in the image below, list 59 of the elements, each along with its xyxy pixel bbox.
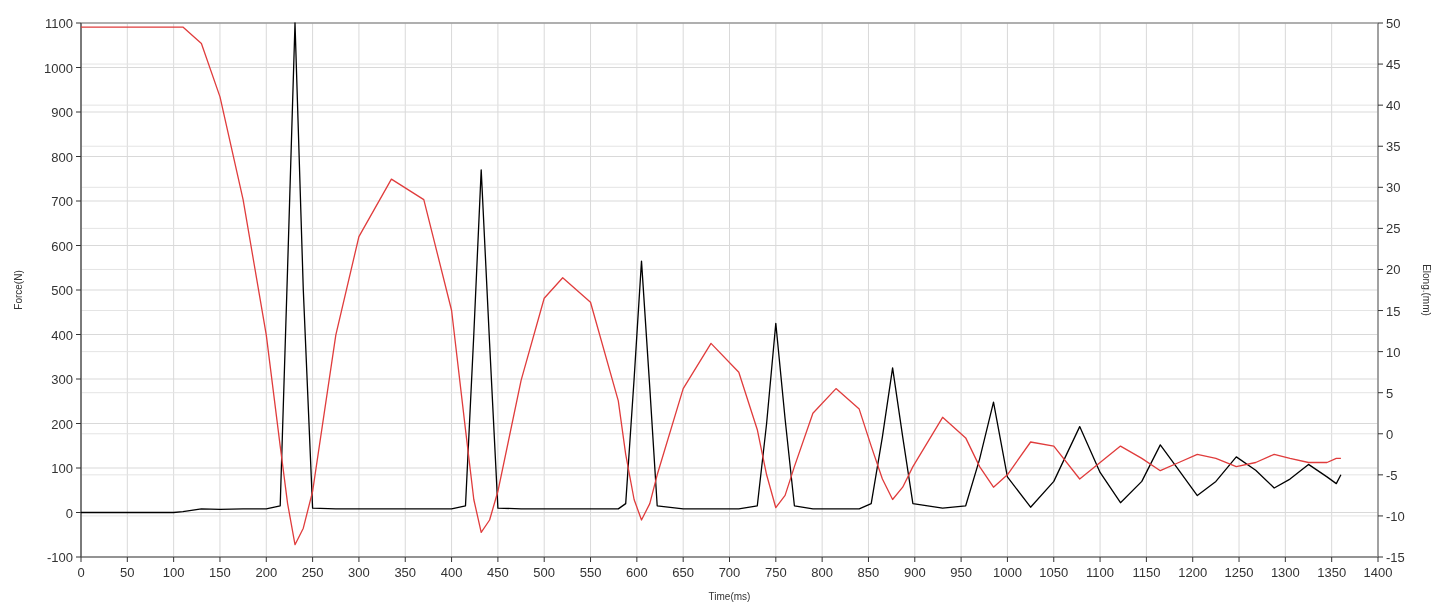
tick-label: 1250 (1224, 565, 1254, 580)
tick-label: 400 (51, 327, 73, 343)
tick-label: 800 (51, 149, 73, 165)
tick-label: 600 (51, 238, 73, 254)
tick-label: 1000 (992, 565, 1022, 580)
tick-label: 500 (533, 565, 556, 580)
tick-label: 550 (579, 565, 602, 580)
tick-label: 45 (1386, 57, 1401, 73)
tick-label: 35 (1386, 139, 1401, 155)
tick-label: 700 (718, 565, 741, 580)
tick-label: 600 (626, 565, 648, 580)
x-axis-title: Time(ms) (708, 591, 751, 602)
tick-label: 0 (1386, 426, 1394, 442)
tick-label: 100 (51, 461, 73, 476)
tick-label: 30 (1386, 180, 1401, 196)
tick-label: 400 (440, 565, 463, 580)
tick-label: 1150 (1132, 565, 1161, 580)
tick-label: 10 (1386, 344, 1401, 360)
tick-label: 50 (120, 565, 135, 580)
tick-label: 1050 (1039, 565, 1069, 580)
tick-label: 40 (1386, 98, 1401, 114)
tick-label: -10 (1386, 508, 1405, 524)
tick-label: 150 (209, 565, 231, 580)
tick-label: 20 (1386, 262, 1401, 278)
tick-label: 1400 (1363, 565, 1393, 580)
tick-label: 800 (811, 565, 833, 580)
tick-label: 350 (394, 565, 417, 580)
tick-label: 950 (950, 565, 972, 580)
tick-label: -15 (1386, 550, 1405, 565)
tick-label: 450 (487, 565, 509, 580)
tick-label: 50 (1386, 16, 1401, 31)
tick-label: 25 (1386, 221, 1401, 237)
tick-label: 700 (51, 194, 73, 209)
tick-label: 500 (51, 283, 73, 298)
tick-label: 900 (51, 105, 73, 120)
tick-label: 1200 (1178, 565, 1208, 580)
tick-label: 1300 (1270, 565, 1300, 580)
tick-label: -5 (1386, 467, 1398, 483)
tick-label: -100 (46, 550, 73, 565)
tick-label: 15 (1386, 303, 1401, 319)
tick-label: 100 (162, 565, 185, 580)
tick-label: 300 (348, 565, 370, 580)
y-axis-title: Force(N) (13, 270, 24, 310)
tick-label: 750 (764, 565, 787, 580)
tick-label: 200 (51, 416, 73, 432)
tick-label: 650 (672, 565, 695, 580)
tick-label: 1350 (1317, 565, 1347, 580)
tick-label: 300 (51, 372, 73, 387)
tick-label: 850 (857, 565, 880, 580)
tick-label: 200 (255, 565, 278, 580)
tick-label: 5 (1386, 385, 1394, 401)
tick-label: 1000 (44, 60, 73, 76)
secondary-y-axis-title: Elong.(mm) (1421, 264, 1432, 316)
tick-label: 0 (77, 565, 85, 580)
tick-label: 250 (301, 565, 324, 580)
tick-label: 0 (65, 505, 73, 521)
tick-label: 900 (903, 565, 926, 580)
tick-label: 1100 (1086, 565, 1115, 580)
tick-label: 1100 (45, 16, 73, 31)
